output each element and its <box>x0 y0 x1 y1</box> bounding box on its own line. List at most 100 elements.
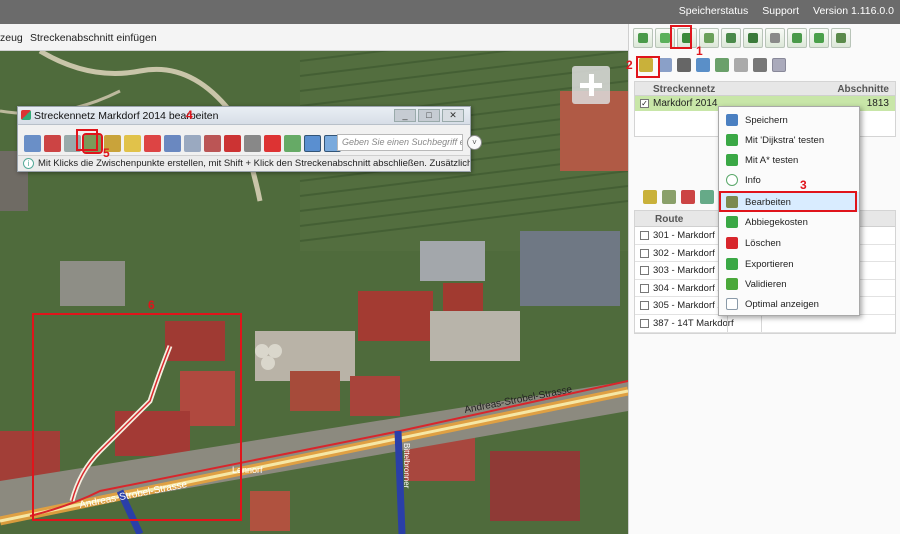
flask-icon[interactable] <box>753 58 767 72</box>
module-routes-icon[interactable] <box>633 28 653 48</box>
annotation-number-1: 1 <box>696 44 703 58</box>
route-checkbox[interactable] <box>640 318 649 328</box>
network-row-name: Markdorf 2014 <box>653 98 718 109</box>
menu-label: Mit 'Dijkstra' testen <box>745 135 825 146</box>
edit-toolbar <box>24 132 341 154</box>
turn-cost-icon <box>726 216 738 228</box>
network-row-checkbox[interactable]: ✓ <box>640 99 649 108</box>
cut-icon[interactable] <box>204 134 221 152</box>
annotation-number-6: 6 <box>148 298 155 312</box>
route-label: 387 - 14T Markdorf <box>653 317 734 329</box>
route-label: 305 - Markdorf 2 <box>653 300 723 312</box>
search-dropdown-button[interactable]: ˅ <box>467 135 482 150</box>
menu-label: Info <box>745 175 761 186</box>
route-checkbox[interactable] <box>640 266 649 276</box>
col-abschnitte[interactable]: Abschnitte <box>837 84 889 95</box>
zoom-in-button[interactable] <box>572 66 610 104</box>
delete-route-icon[interactable] <box>681 190 695 204</box>
export-icon <box>726 258 738 270</box>
network-row-count: 1813 <box>866 98 889 109</box>
save-icon <box>726 114 738 126</box>
route-checkbox[interactable] <box>640 301 649 311</box>
route-label: 301 - Markdorf 1 <box>653 230 723 241</box>
menu-item-dijkstra[interactable]: Mit 'Dijkstra' testen <box>719 130 859 150</box>
route-tool-icon[interactable] <box>700 190 714 204</box>
annotation-box-1 <box>670 25 692 49</box>
tree-icon[interactable] <box>715 58 729 72</box>
layer-icon[interactable] <box>304 134 321 152</box>
top-links: Speicherstatus Support Version 1.116.0.0 <box>679 5 894 17</box>
route-label: 303 - Markdorf 1 <box>653 265 723 277</box>
discard-icon[interactable] <box>44 134 61 152</box>
module-transfer-icon[interactable] <box>721 28 741 48</box>
menu-item-abbiegekosten[interactable]: Abbiegekosten <box>719 212 859 232</box>
node-icon[interactable] <box>124 134 141 152</box>
route-toolbar <box>643 190 714 204</box>
delete-node-icon[interactable] <box>144 134 161 152</box>
version-label: Version 1.116.0.0 <box>813 5 894 17</box>
search-network-icon[interactable] <box>677 58 691 72</box>
new-route-icon[interactable] <box>643 190 657 204</box>
merge-icon[interactable] <box>164 134 181 152</box>
route-checkbox[interactable] <box>640 231 649 240</box>
close-button[interactable]: ✕ <box>442 109 464 122</box>
main-toolbar: zeug Streckenabschnitt einfügen <box>0 24 628 51</box>
link-route-icon[interactable] <box>662 190 676 204</box>
annotation-number-2: 2 <box>626 58 633 72</box>
module-icon-row <box>633 28 851 48</box>
annotation-box-3 <box>719 191 857 212</box>
window-controls: _ □ ✕ <box>394 109 464 122</box>
copy-network-icon[interactable] <box>696 58 710 72</box>
annotation-box-2 <box>636 56 660 78</box>
clear-icon[interactable] <box>264 134 281 152</box>
remove-segment-icon[interactable] <box>224 134 241 152</box>
link-support[interactable]: Support <box>762 5 799 17</box>
menu-label: Exportieren <box>745 259 794 270</box>
search-input[interactable]: Geben Sie einen Suchbegriff e <box>337 134 463 151</box>
route-row[interactable]: 387 - 14T Markdorf <box>635 314 895 333</box>
annotation-number-3: 3 <box>800 178 807 192</box>
menu-item-exportieren[interactable]: Exportieren <box>719 254 859 274</box>
module-truck-icon[interactable] <box>787 28 807 48</box>
list-icon[interactable] <box>734 58 748 72</box>
fit-icon[interactable] <box>772 58 786 72</box>
menu-item-info[interactable]: Info <box>719 170 859 190</box>
annotation-number-5: 5 <box>103 146 110 160</box>
menu-label: Abbiegekosten <box>745 217 808 228</box>
col-streckennetz[interactable]: Streckennetz <box>653 84 715 95</box>
route-checkbox[interactable] <box>640 283 649 293</box>
toolbar-item-werkzeug[interactable]: zeug <box>0 32 23 44</box>
maximize-button[interactable]: □ <box>418 109 440 122</box>
module-location-icon[interactable] <box>743 28 763 48</box>
col-route[interactable]: Route <box>655 214 683 225</box>
align-icon[interactable] <box>184 134 201 152</box>
route-checkbox[interactable] <box>640 248 649 258</box>
menu-item-loeschen[interactable]: Löschen <box>719 233 859 253</box>
menu-item-speichern[interactable]: Speichern <box>719 110 859 130</box>
save-icon[interactable] <box>24 134 41 152</box>
menu-item-validieren[interactable]: Validieren <box>719 274 859 294</box>
menu-item-astar[interactable]: Mit A* testen <box>719 150 859 170</box>
toolbar-item-insert-segment[interactable]: Streckenabschnitt einfügen <box>30 32 157 44</box>
annotation-number-4: 4 <box>186 108 193 122</box>
test-icon[interactable] <box>284 134 301 152</box>
menu-label: Speichern <box>745 115 788 126</box>
join-icon[interactable] <box>244 134 261 152</box>
network-table-header: Streckennetz Abschnitte <box>635 82 895 96</box>
window-titlebar[interactable]: Streckennetz Markdorf 2014 bearbeiten _ … <box>18 107 470 125</box>
fit-view-icon <box>726 298 738 310</box>
menu-label: Optimal anzeigen <box>745 299 819 310</box>
module-user-icon[interactable] <box>831 28 851 48</box>
window-status-bar: i Mit Klicks die Zwischenpunkte erstelle… <box>18 155 470 171</box>
delete-icon <box>726 237 738 249</box>
open-network-icon[interactable] <box>658 58 672 72</box>
minimize-button[interactable]: _ <box>394 109 416 122</box>
route-label: 304 - Markdorf 2 <box>653 282 723 294</box>
link-speicherstatus[interactable]: Speicherstatus <box>679 5 748 17</box>
annotation-box-5 <box>76 129 98 151</box>
module-flow-icon[interactable] <box>809 28 829 48</box>
annotation-box-6 <box>32 313 242 521</box>
dijkstra-icon <box>726 134 738 146</box>
menu-item-optimal-anzeigen[interactable]: Optimal anzeigen <box>719 294 859 314</box>
module-bin-icon[interactable] <box>765 28 785 48</box>
